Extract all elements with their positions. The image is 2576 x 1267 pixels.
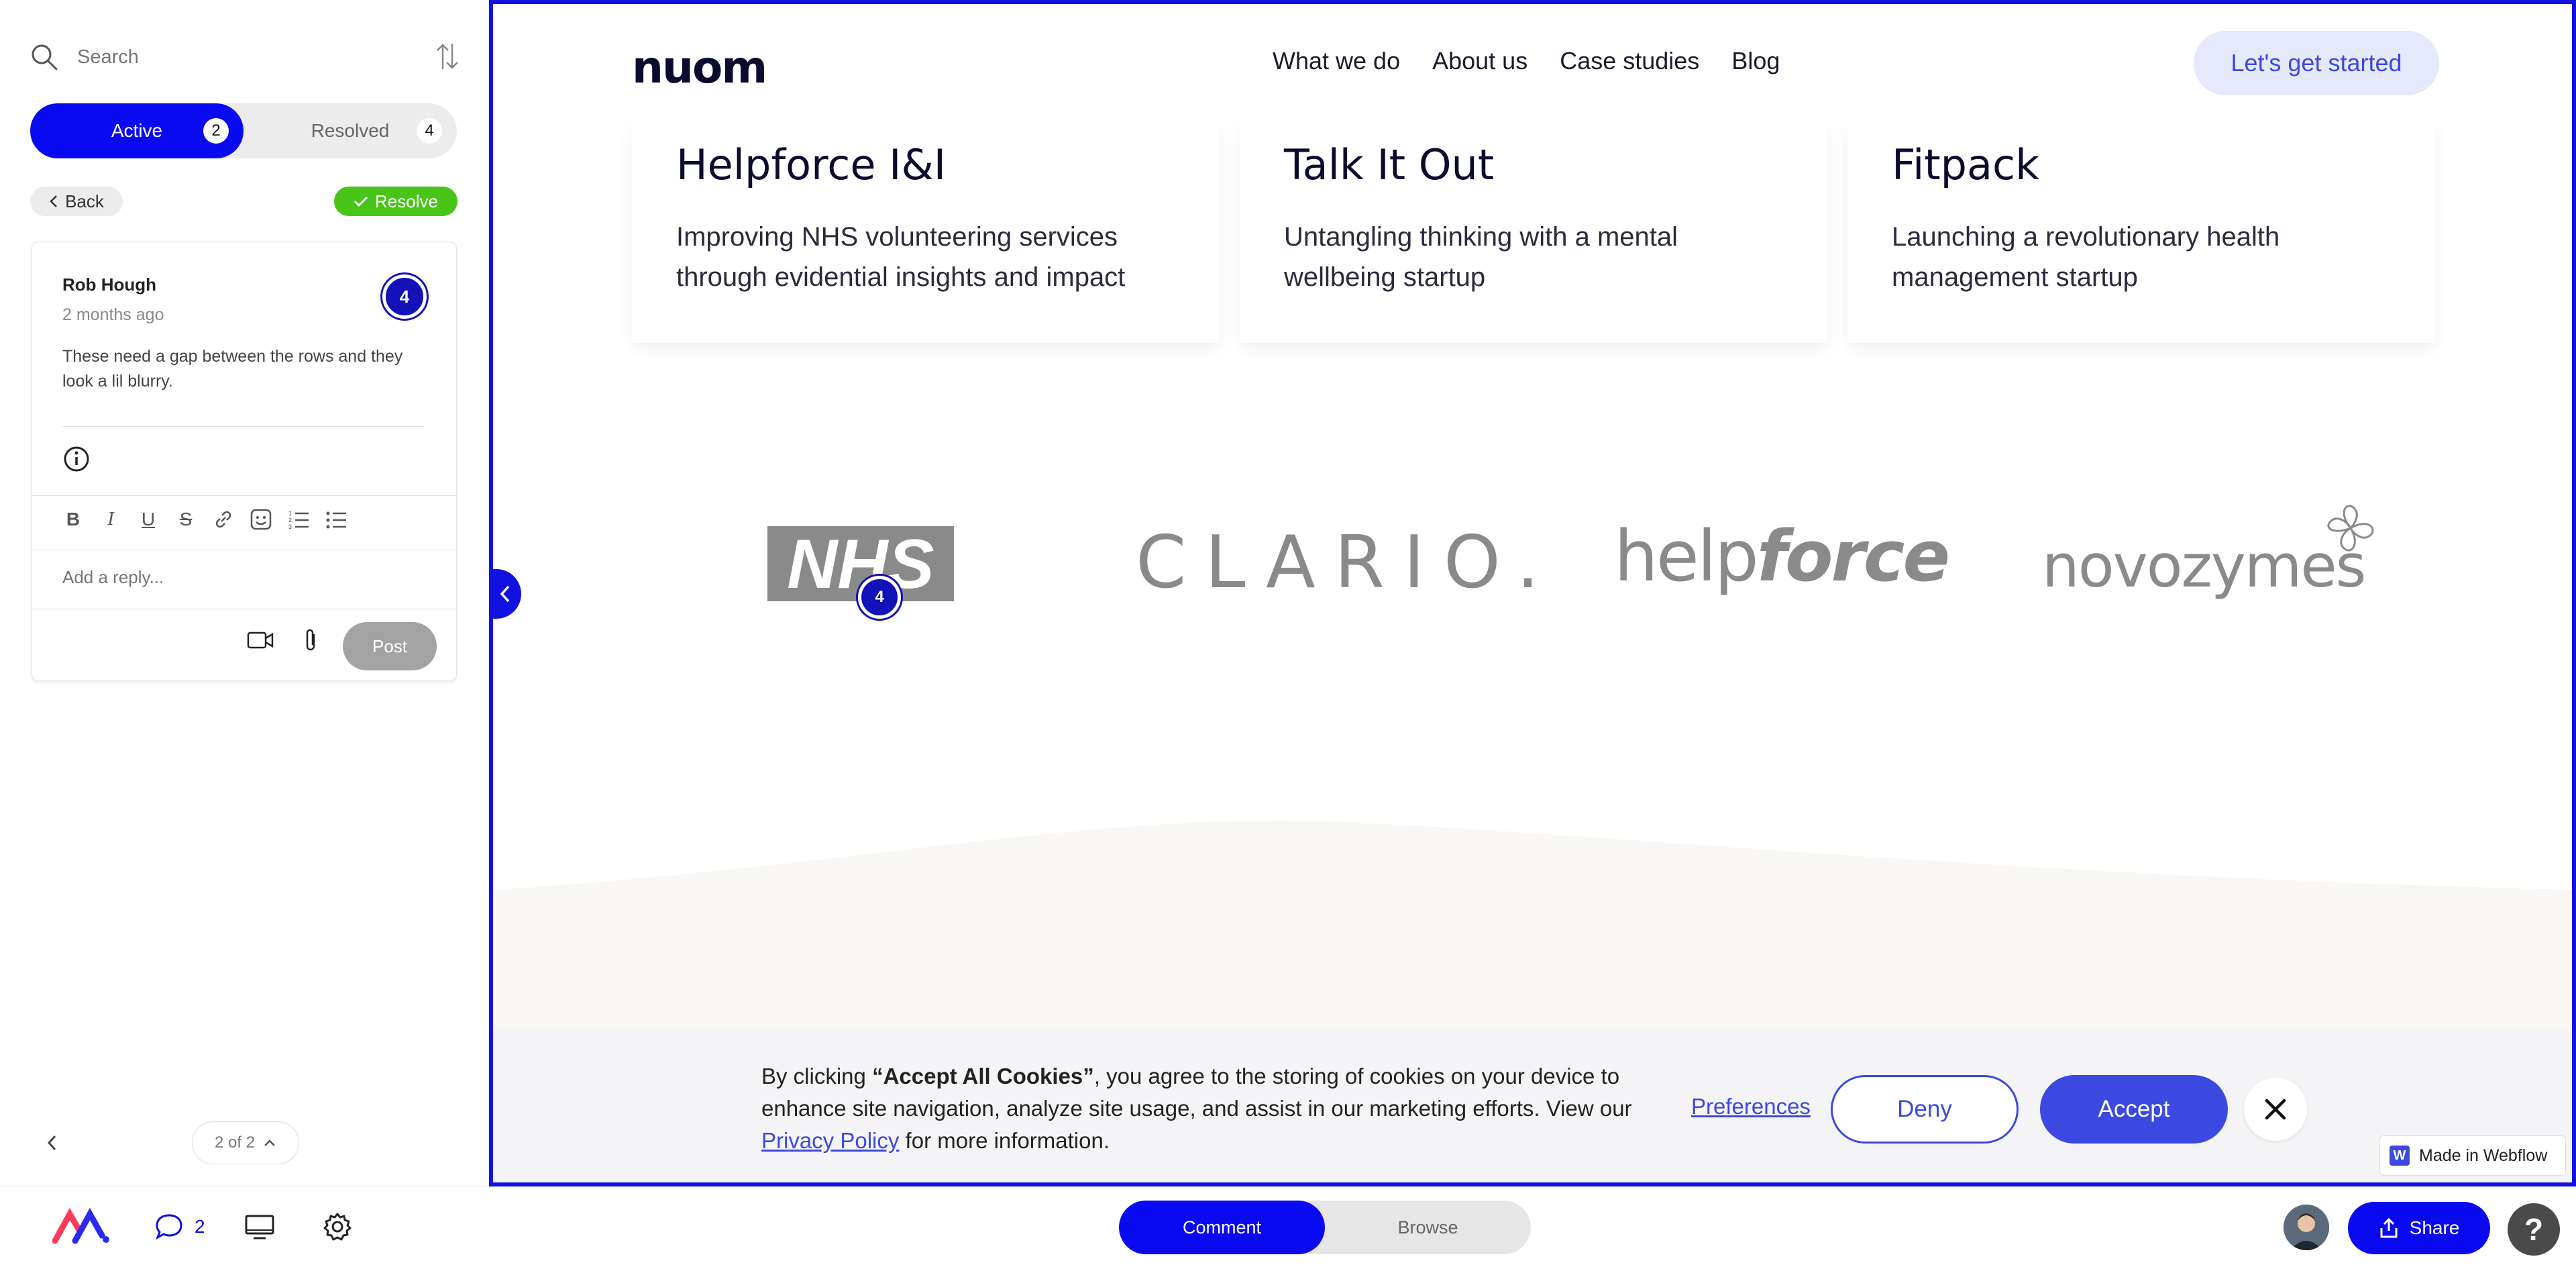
close-icon [2265,1099,2286,1120]
case-study-card[interactable]: Fitpack Launching a revolutionary health… [1847,121,2435,343]
nav-link[interactable]: What we do [1273,47,1400,75]
site-logo[interactable]: nuom [632,42,767,93]
tab-resolved-count: 4 [417,118,442,144]
tab-resolved-label: Resolved [311,120,390,141]
bullet-list-icon[interactable] [325,508,347,531]
search-input[interactable] [77,46,399,68]
case-study-title: Talk It Out [1284,140,1495,189]
comment-pin-badge[interactable]: 4 [382,274,427,319]
privacy-policy-link[interactable]: Privacy Policy [761,1128,899,1153]
webflow-icon: W [2390,1146,2410,1166]
format-toolbar: B I U S 123 [62,508,347,531]
chevron-left-icon [50,195,57,207]
case-study-description: Launching a revolutionary health managem… [1892,222,2280,292]
tab-active-label: Active [111,120,163,141]
italic-icon[interactable]: I [99,508,122,531]
chevron-left-icon[interactable] [46,1134,59,1152]
comment-count: 2 [195,1216,205,1237]
nav-link[interactable]: Blog [1731,47,1780,75]
browse-mode-button[interactable]: Browse [1325,1201,1531,1254]
svg-text:2: 2 [288,517,292,523]
tab-resolved[interactable]: Resolved 4 [244,103,457,158]
resolve-button[interactable]: Resolve [334,187,458,216]
mode-toggle: Comment Browse [1119,1201,1531,1254]
cookie-preferences-link[interactable]: Preferences [1691,1094,1811,1119]
attachment-icon[interactable] [301,627,321,653]
nav-link[interactable]: Case studies [1560,47,1699,75]
share-icon [2380,1217,2398,1238]
case-study-card[interactable]: Helpforce I&I Improving NHS volunteering… [632,121,1220,343]
chevron-left-icon [500,585,510,603]
svg-text:1: 1 [288,510,292,517]
made-in-webflow-badge[interactable]: W Made in Webflow [2379,1135,2566,1176]
comment-text: These need a gap between the rows and th… [62,347,403,391]
back-label: Back [65,191,104,211]
cookie-close-button[interactable] [2244,1078,2307,1141]
get-started-button[interactable]: Let's get started [2194,31,2439,95]
underline-icon[interactable]: U [137,508,160,531]
pager[interactable]: 2 of 2 [192,1121,299,1164]
chevron-up-icon [264,1139,275,1146]
bold-icon[interactable]: B [62,508,85,531]
case-study-title: Fitpack [1892,140,2040,189]
case-study-description: Untangling thinking with a mental wellbe… [1284,222,1678,292]
comment-status-tabs: Active 2 Resolved 4 [30,103,457,158]
comment-timestamp: 2 months ago [62,305,164,324]
svg-text:3: 3 [288,523,292,530]
clover-icon [2327,505,2374,552]
helpforce-logo: helpforce [1614,515,1950,597]
emoji-icon[interactable] [250,508,272,531]
app-logo-icon[interactable] [52,1206,110,1246]
comments-panel: Active 2 Resolved 4 Back Resolve Rob Hou… [0,0,490,1186]
desktop-icon[interactable] [244,1214,275,1241]
comment-card: Rob Hough 2 months ago 4 These need a ga… [32,242,457,681]
back-button[interactable]: Back [30,187,123,216]
cookie-banner: By clicking “Accept All Cookies”, you ag… [493,1029,2572,1182]
search-bar [30,37,460,77]
helpforce-logo-bold: force [1756,515,1950,597]
comment-pin-marker[interactable]: 4 [858,576,901,619]
search-icon [32,44,58,70]
post-button[interactable]: Post [343,622,437,670]
share-button[interactable]: Share [2348,1202,2490,1254]
nav-link[interactable]: About us [1432,47,1527,75]
pager-label: 2 of 2 [214,1133,256,1152]
comments-button[interactable]: 2 [154,1213,205,1241]
cookie-accept-button[interactable]: Accept [2040,1075,2228,1144]
cookie-deny-button[interactable]: Deny [1831,1075,2019,1144]
webflow-badge-label: Made in Webflow [2419,1146,2548,1165]
share-label: Share [2409,1217,2460,1238]
gear-icon[interactable] [322,1211,353,1242]
comment-bubble-icon [156,1214,182,1240]
helpforce-logo-light: help [1614,515,1759,597]
resolve-label: Resolve [375,191,438,211]
case-study-card[interactable]: Talk It Out Untangling thinking with a m… [1240,121,1827,343]
video-icon[interactable] [247,630,274,650]
ordered-list-icon[interactable]: 123 [287,508,310,531]
link-icon[interactable] [212,508,235,531]
avatar[interactable] [2284,1205,2329,1250]
tab-active-count: 2 [203,118,229,144]
comment-author: Rob Hough [62,274,157,295]
check-icon [354,196,368,207]
reply-input[interactable] [62,567,425,588]
comment-mode-button[interactable]: Comment [1119,1201,1325,1254]
site-header: nuom What we do About us Case studies Bl… [493,4,2572,121]
divider [32,495,456,496]
app-bottom-bar: 2 Comment Browse Share ? [0,1186,2576,1267]
help-button[interactable]: ? [2508,1203,2560,1256]
strikethrough-icon[interactable]: S [174,508,197,531]
site-nav: What we do About us Case studies Blog [1273,47,1780,75]
sort-icon[interactable] [435,41,460,72]
info-icon[interactable] [62,445,91,473]
novozymes-logo: novozymes [2042,505,2374,601]
tab-active[interactable]: Active 2 [30,103,244,158]
clario-logo: CLARIO. [1136,521,1558,605]
user-avatar-image [2284,1205,2329,1250]
divider [62,426,425,427]
case-study-title: Helpforce I&I [676,140,947,189]
website-preview[interactable]: nuom What we do About us Case studies Bl… [489,0,2576,1186]
cookie-message: By clicking “Accept All Cookies”, you ag… [761,1064,1632,1153]
case-study-description: Improving NHS volunteering services thro… [676,222,1126,292]
